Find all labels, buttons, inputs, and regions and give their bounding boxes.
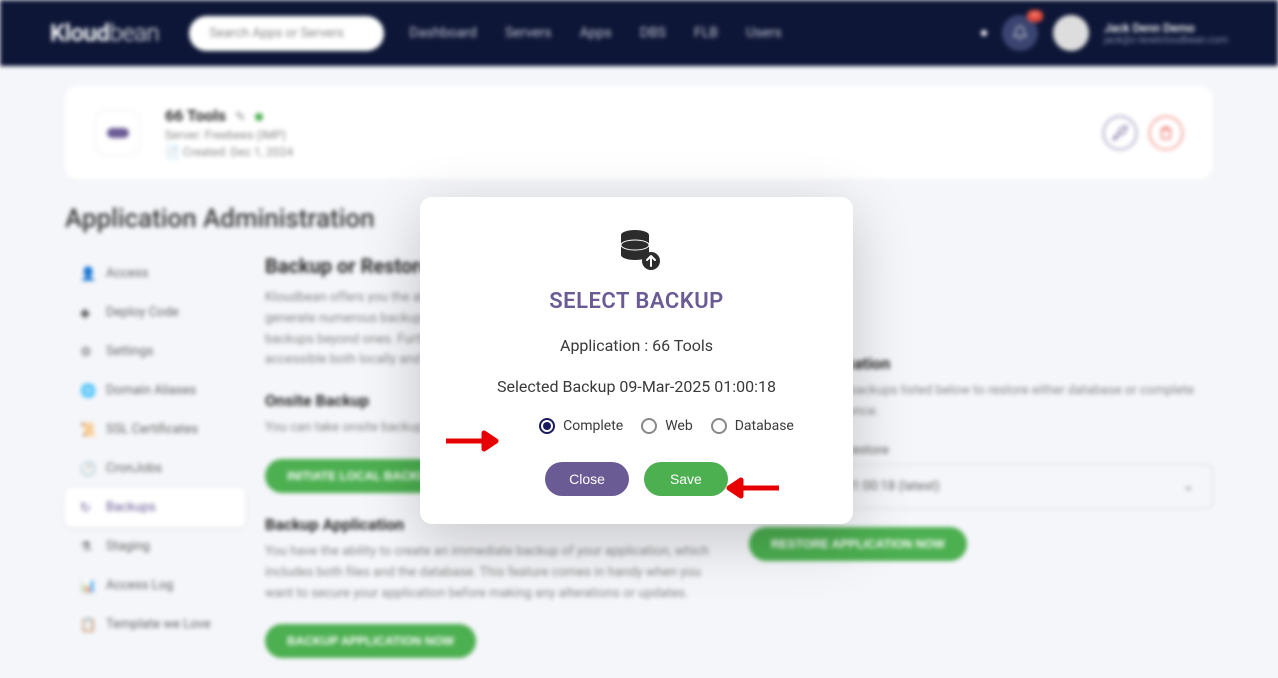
- modal-application-label: Application : 66 Tools: [455, 336, 818, 355]
- status-indicator: [981, 30, 987, 36]
- search-input[interactable]: Search Apps or Servers: [189, 16, 384, 51]
- radio-database[interactable]: Database: [711, 418, 794, 434]
- template-icon: 📋: [80, 618, 94, 632]
- person-icon: 👤: [80, 267, 94, 281]
- sidebar-item-ssl[interactable]: 📜 SSL Certificates: [65, 410, 245, 449]
- sidebar-item-domain[interactable]: 🌐 Domain Aliases: [65, 371, 245, 410]
- nav-dbs[interactable]: DBS: [640, 25, 666, 41]
- app-title: 66 Tools: [165, 106, 226, 125]
- nav-apps[interactable]: Apps: [580, 25, 612, 41]
- radio-label: Database: [735, 418, 794, 434]
- cert-icon: 📜: [80, 423, 94, 437]
- logo-text-2: bean: [109, 19, 159, 47]
- modal-selected-backup-label: Selected Backup 09-Mar-2025 01:00:18: [455, 377, 818, 396]
- avatar[interactable]: [1053, 15, 1089, 51]
- modal-title: SELECT BACKUP: [455, 289, 818, 314]
- edit-icon[interactable]: ✎: [235, 110, 246, 125]
- user-info[interactable]: Jack Denn Demo jack@c-levelcloudbean.com: [1104, 21, 1228, 46]
- select-backup-modal: SELECT BACKUP Application : 66 Tools Sel…: [420, 197, 853, 524]
- radio-label: Complete: [563, 418, 623, 434]
- sidebar-label: CronJobs: [106, 461, 162, 476]
- restore-application-button[interactable]: RESTORE APPLICATION NOW: [749, 527, 967, 561]
- app-server: Server: Freebees (IMP): [165, 128, 293, 142]
- globe-icon: 🌐: [80, 384, 94, 398]
- backup-application-button[interactable]: BACKUP APPLICATION NOW: [265, 624, 476, 658]
- nav-servers[interactable]: Servers: [505, 25, 552, 41]
- annotation-arrow-right: [721, 476, 781, 504]
- chevron-down-icon: ⌄: [1183, 479, 1194, 494]
- sidebar-label: Domain Aliases: [106, 383, 196, 398]
- app-created: 📄 Created: Dec 1, 2024: [165, 145, 293, 159]
- app-info: 66 Tools ✎ Server: Freebees (IMP) 📄 Crea…: [165, 106, 293, 159]
- sidebar-label: Template we Love: [106, 617, 211, 632]
- user-email: jack@c-levelcloudbean.com: [1104, 35, 1228, 46]
- app-icon: [95, 110, 140, 155]
- sidebar-item-cron[interactable]: 🕐 CronJobs: [65, 449, 245, 488]
- refresh-icon: ↻: [80, 501, 94, 515]
- status-dot: [255, 113, 263, 121]
- sidebar-label: SSL Certificates: [106, 422, 198, 437]
- radio-label: Web: [665, 418, 693, 434]
- app-header-card: 66 Tools ✎ Server: Freebees (IMP) 📄 Crea…: [65, 86, 1213, 179]
- top-header: Kloudbean Search Apps or Servers Dashboa…: [0, 0, 1278, 66]
- nav-users[interactable]: Users: [746, 25, 782, 41]
- rocket-icon: [1112, 125, 1128, 141]
- sidebar-label: Settings: [106, 344, 153, 359]
- nav-flb[interactable]: FLB: [694, 25, 718, 41]
- sidebar-label: Backups: [106, 500, 156, 515]
- staging-icon: ⚗: [80, 540, 94, 554]
- delete-button[interactable]: [1149, 116, 1183, 150]
- user-name: Jack Denn Demo: [1104, 21, 1228, 35]
- launch-button[interactable]: [1103, 116, 1137, 150]
- sidebar-item-staging[interactable]: ⚗ Staging: [65, 527, 245, 566]
- backup-type-radio-group: Complete Web Database: [455, 418, 818, 434]
- sidebar-item-log[interactable]: 📊 Access Log: [65, 566, 245, 605]
- sidebar-item-deploy[interactable]: ◆ Deploy Code: [65, 293, 245, 332]
- logo[interactable]: Kloudbean: [50, 19, 159, 47]
- logo-text-1: Kloud: [50, 19, 109, 47]
- gear-icon: ⚙: [80, 345, 94, 359]
- radio-circle-icon: [539, 418, 555, 434]
- sidebar-item-template[interactable]: 📋 Template we Love: [65, 605, 245, 644]
- sidebar: 👤 Access ◆ Deploy Code ⚙ Settings 🌐 Domain A…: [65, 254, 245, 658]
- radio-circle-icon: [641, 418, 657, 434]
- bell-icon: [1012, 25, 1028, 41]
- sidebar-item-access[interactable]: 👤 Access: [65, 254, 245, 293]
- close-button[interactable]: Close: [545, 462, 629, 496]
- sidebar-label: Access: [106, 266, 148, 281]
- header-right: •• Jack Denn Demo jack@c-levelcloudbean.…: [981, 15, 1228, 51]
- nav-menu: Dashboard Servers Apps DBS FLB Users: [409, 25, 781, 41]
- sidebar-label: Access Log: [106, 578, 173, 593]
- sidebar-label: Staging: [106, 539, 150, 554]
- annotation-arrow-left: [444, 429, 504, 457]
- nav-dashboard[interactable]: Dashboard: [409, 25, 477, 41]
- database-upload-icon: [455, 225, 818, 277]
- radio-web[interactable]: Web: [641, 418, 693, 434]
- app-actions: [1103, 116, 1183, 150]
- sidebar-label: Deploy Code: [106, 305, 179, 320]
- clock-icon: 🕐: [80, 462, 94, 476]
- radio-circle-icon: [711, 418, 727, 434]
- code-icon: ◆: [80, 306, 94, 320]
- trash-icon: [1159, 126, 1173, 140]
- save-button[interactable]: Save: [644, 462, 728, 496]
- notifications-button[interactable]: ••: [1002, 15, 1038, 51]
- sidebar-item-settings[interactable]: ⚙ Settings: [65, 332, 245, 371]
- radio-complete[interactable]: Complete: [539, 418, 623, 434]
- chart-icon: 📊: [80, 579, 94, 593]
- backup-app-description: You have the ability to create an immedi…: [265, 542, 729, 604]
- notification-badge: ••: [1027, 10, 1043, 22]
- sidebar-item-backups[interactable]: ↻ Backups: [65, 488, 245, 527]
